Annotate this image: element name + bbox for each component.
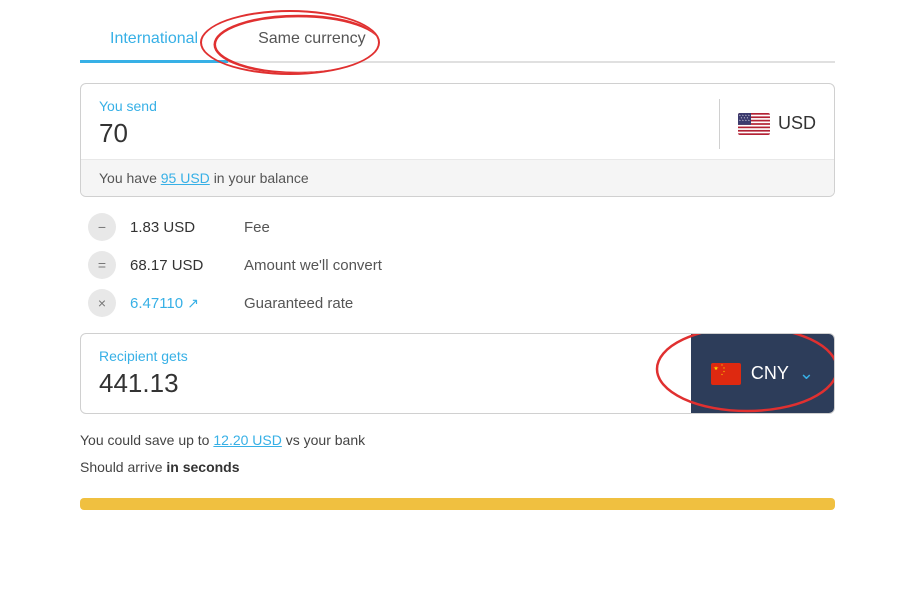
balance-prefix: You have [99, 170, 157, 186]
convert-row: = 68.17 USD Amount we'll convert [88, 251, 827, 279]
bottom-bar [80, 498, 835, 510]
send-balance-bar: You have 95 USD in your balance [81, 159, 834, 196]
breakdown-section: − 1.83 USD Fee = 68.17 USD Amount we'll … [80, 213, 835, 317]
recipient-left: Recipient gets 441.13 [81, 334, 691, 413]
currency-selector-cny[interactable]: CNY ⌄ [691, 334, 834, 413]
rate-icon: × [88, 289, 116, 317]
balance-suffix: in your balance [214, 170, 309, 186]
svg-text:★: ★ [739, 119, 741, 122]
usd-flag-icon: ★★★★ ★★★ ★★★★ [738, 113, 770, 135]
cny-label: CNY [751, 363, 789, 384]
send-amount[interactable]: 70 [99, 118, 701, 149]
balance-amount[interactable]: 95 USD [161, 170, 210, 186]
tab-same-currency[interactable]: Same currency [228, 20, 396, 63]
tab-international-label: International [110, 30, 198, 47]
convert-amount: 68.17 USD [130, 257, 230, 274]
arrive-bold: in seconds [166, 459, 239, 475]
svg-text:★: ★ [745, 119, 747, 122]
rate-arrow-icon: ↗ [187, 295, 199, 311]
recipient-label: Recipient gets [99, 348, 673, 364]
fee-label: Fee [244, 219, 270, 236]
rate-amount: 6.47110 ↗ [130, 295, 230, 312]
fee-row: − 1.83 USD Fee [88, 213, 827, 241]
arrive-info: Should arrive in seconds [80, 457, 835, 478]
usd-label: USD [778, 113, 816, 134]
fee-amount: 1.83 USD [130, 219, 230, 236]
fee-icon: − [88, 213, 116, 241]
currency-selector-usd[interactable]: ★★★★ ★★★ ★★★★ USD [738, 113, 816, 135]
tab-international[interactable]: International [80, 20, 228, 63]
convert-label: Amount we'll convert [244, 257, 382, 274]
convert-icon: = [88, 251, 116, 279]
rate-label: Guaranteed rate [244, 295, 353, 312]
tab-same-currency-label: Same currency [258, 30, 366, 47]
send-label: You send [99, 98, 701, 114]
send-divider [719, 99, 720, 149]
tabs-container: International Same currency [80, 20, 835, 63]
recipient-box: Recipient gets 441.13 CNY ⌄ [80, 333, 835, 414]
save-amount-link[interactable]: 12.20 USD [213, 432, 281, 448]
chevron-down-icon: ⌄ [799, 363, 814, 384]
send-label-area: You send 70 [99, 98, 701, 149]
rate-row: × 6.47110 ↗ Guaranteed rate [88, 289, 827, 317]
svg-text:★: ★ [748, 119, 750, 122]
send-box: You send 70 ★★★★ [80, 83, 835, 197]
recipient-amount[interactable]: 441.13 [99, 368, 673, 399]
cny-flag-icon [711, 363, 741, 385]
save-info: You could save up to 12.20 USD vs your b… [80, 430, 835, 451]
svg-text:★: ★ [742, 119, 744, 122]
